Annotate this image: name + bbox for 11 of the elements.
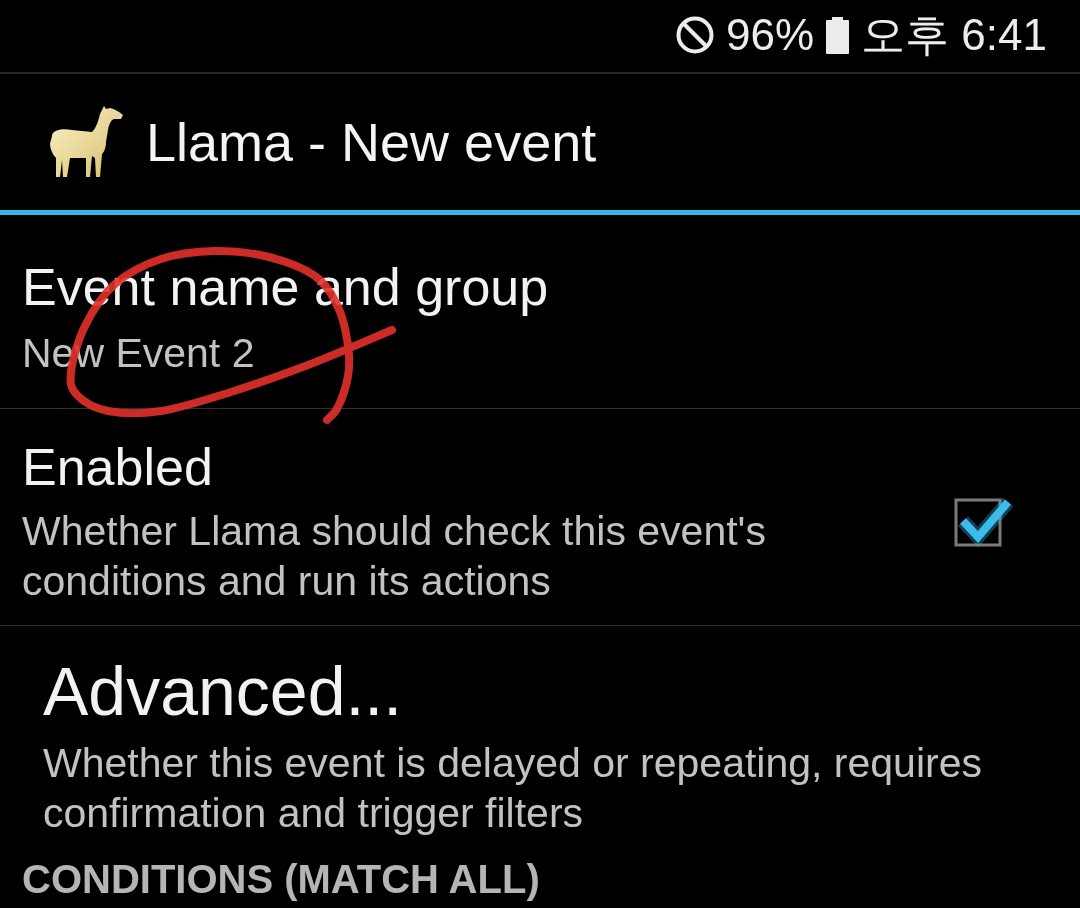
setting-title[interactable]: Enabled [22,436,923,498]
setting-summary: Whether this event is delayed or repeating, requires confirmation and trigger filters [43,738,983,838]
section-header: CONDITIONS (MATCH ALL) [22,855,540,902]
clock: 오후 6:41 [861,10,1047,60]
battery-percent: 96% [726,10,815,60]
llama-icon [48,106,124,178]
app-title: Llama - New event [146,111,597,173]
prohibited-icon [676,16,715,54]
setting-title[interactable]: Advanced... [43,651,1050,731]
battery-icon [826,16,850,54]
setting-summary: Whether Llama should check this event's conditions and run its actions [22,506,767,606]
